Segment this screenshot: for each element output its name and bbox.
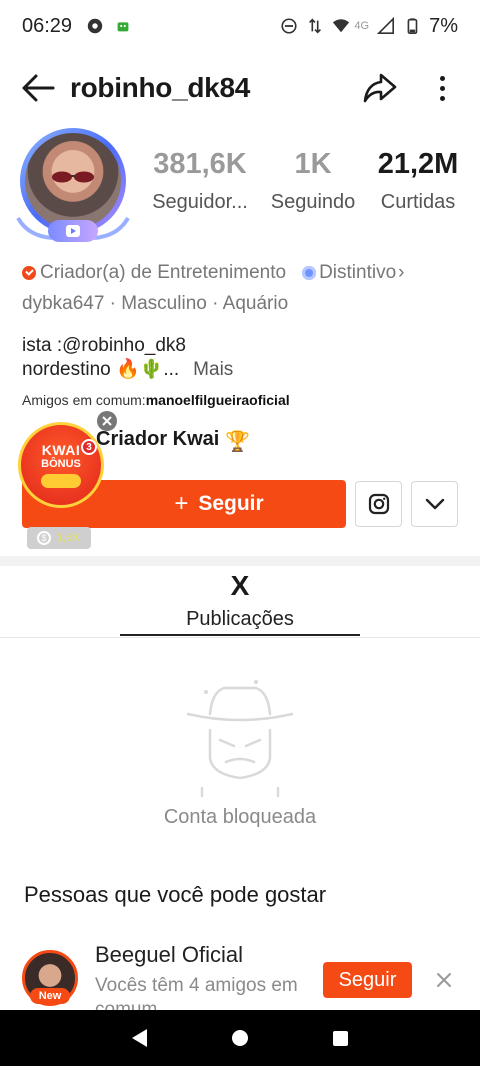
- verified-check-icon: [22, 266, 36, 280]
- nav-home-icon[interactable]: [231, 1030, 248, 1046]
- bonus-line-2: BÔNUS: [41, 458, 81, 470]
- system-nav-bar: [0, 1010, 480, 1066]
- nav-recents-icon[interactable]: [332, 1030, 348, 1046]
- category-label: Criador(a) de Entretenimento: [40, 262, 287, 283]
- coins-icon: [41, 474, 81, 488]
- profile-username: robinho_dk84: [70, 72, 250, 103]
- suggestions-title: Pessoas que você pode gostar: [24, 882, 327, 907]
- following-label: Seguindo: [270, 191, 356, 213]
- plus-icon: +: [174, 490, 189, 517]
- blocked-message: Conta bloqueada: [163, 806, 317, 828]
- bonus-count-badge: 3: [81, 439, 97, 455]
- suggestion-subtitle: Vocês têm 4 amigos em comum: [95, 975, 298, 1010]
- android-debug-icon: [117, 22, 129, 32]
- follow-label: Seguir: [198, 492, 264, 515]
- following-count: 1K: [294, 148, 332, 180]
- instagram-icon: [368, 493, 389, 515]
- signal-icon: [377, 17, 395, 35]
- badge-icon: [302, 266, 317, 280]
- profile-stats: 381,6K Seguidor... 1K Seguindo 21,2M Cur…: [140, 148, 470, 214]
- likes-count: 21,2M: [377, 148, 459, 180]
- likes-label: Curtidas: [380, 191, 456, 213]
- suggestion-item[interactable]: New Beeguel Oficial Vocês têm 4 amigos e…: [0, 938, 480, 1010]
- tab-x[interactable]: X: [0, 570, 480, 602]
- profile-bio: ista :@robinho_dk8 nordestino 🔥🌵... Mais …: [22, 334, 462, 412]
- bonus-line-1: KWAI: [41, 442, 81, 458]
- trophy-icon: 🏆: [225, 430, 251, 453]
- do-not-disturb-icon: [281, 18, 297, 34]
- chevron-down-icon: [425, 498, 444, 510]
- dismiss-suggestion-icon[interactable]: [432, 968, 456, 992]
- sunglasses-icon: [52, 171, 94, 183]
- coin-amount: 1,6X: [57, 532, 80, 544]
- tab-publications[interactable]: Publicações: [120, 608, 360, 631]
- profile-avatar[interactable]: [14, 122, 132, 244]
- profile-tags: Criador(a) de Entretenimento Distintivo …: [22, 262, 472, 315]
- stat-followers[interactable]: 381,6K Seguidor...: [140, 148, 260, 214]
- tabs-divider: [0, 637, 480, 638]
- followers-label: Seguidor...: [152, 191, 248, 213]
- chevron-right-icon: ›: [398, 262, 405, 283]
- close-bonus-icon[interactable]: [97, 411, 117, 431]
- mutual-prefix: Amigos em comum:: [22, 392, 146, 408]
- bio-line-2: nordestino 🔥🌵...: [22, 359, 180, 380]
- network-type: 4G: [354, 20, 370, 32]
- notification-app-icon: [87, 18, 103, 34]
- battery-icon: [407, 18, 418, 35]
- share-icon[interactable]: [362, 70, 398, 106]
- mutual-friends[interactable]: Amigos em comum:manoelfilgueiraoficial: [22, 388, 462, 412]
- stat-following[interactable]: 1K Seguindo: [260, 148, 366, 214]
- status-time: 06:29: [22, 14, 73, 37]
- mutual-name: manoelfilgueiraoficial: [145, 392, 290, 408]
- blocked-account-icon: [186, 680, 294, 798]
- profile-header: robinho_dk84: [0, 60, 480, 116]
- profile-info-line: dybka647 · Masculino · Aquário: [22, 293, 289, 314]
- creator-label: Criador Kwai: [96, 428, 220, 450]
- suggestion-follow-button[interactable]: Seguir: [323, 962, 412, 998]
- data-arrows-icon: [309, 18, 322, 34]
- section-divider: [0, 556, 480, 566]
- more-options-icon[interactable]: [432, 70, 452, 106]
- active-tab-indicator: [120, 634, 360, 636]
- level-badge-icon: [48, 220, 98, 242]
- coin-icon: $: [37, 531, 51, 545]
- laurel-right-icon: [93, 216, 130, 240]
- kwai-bonus-widget[interactable]: KWAI BÔNUS 3: [18, 422, 104, 508]
- bio-line-1: ista :@robinho_dk8: [22, 335, 186, 356]
- status-bar: 06:29 4G 7%: [0, 0, 480, 52]
- back-arrow-icon[interactable]: [20, 70, 56, 106]
- suggestions-dropdown-button[interactable]: [411, 481, 458, 527]
- suggestion-name[interactable]: Beeguel Oficial: [95, 942, 243, 968]
- bio-more-link[interactable]: Mais: [193, 359, 233, 380]
- new-badge: New: [30, 988, 70, 1004]
- followers-count: 381,6K: [153, 148, 247, 180]
- badge-link[interactable]: Distintivo: [319, 262, 396, 284]
- nav-back-icon[interactable]: [132, 1029, 148, 1047]
- instagram-button[interactable]: [355, 481, 402, 527]
- stat-likes[interactable]: 21,2M Curtidas: [366, 148, 470, 214]
- wifi-icon: [333, 19, 350, 33]
- coin-multiplier: $ 1,6X: [27, 527, 91, 549]
- battery-level: 7%: [429, 14, 458, 37]
